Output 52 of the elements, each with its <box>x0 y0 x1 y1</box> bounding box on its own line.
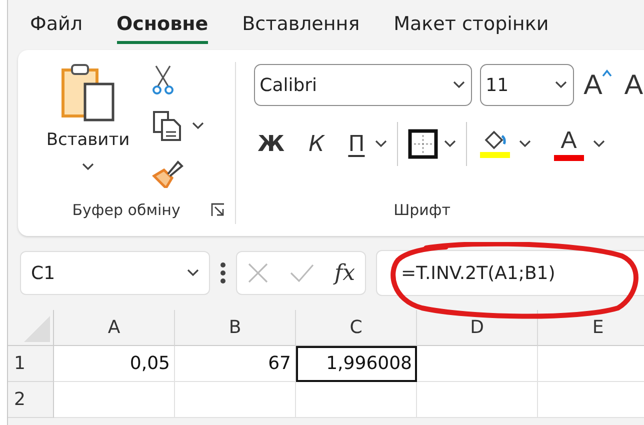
caret-icon <box>602 69 612 77</box>
check-icon[interactable] <box>288 263 315 283</box>
shrink-font-button[interactable]: A <box>622 69 644 101</box>
italic-button[interactable]: К <box>304 132 328 156</box>
table-cell[interactable]: 1,996008 <box>296 346 417 382</box>
group-label: Шрифт <box>394 201 450 219</box>
table-cell[interactable] <box>54 382 175 418</box>
clipboard-icon <box>61 62 115 122</box>
ribbon-tab[interactable]: Файл <box>30 6 82 44</box>
table-cell[interactable] <box>417 346 538 382</box>
chevron-icon <box>592 140 605 148</box>
copy-button[interactable] <box>152 110 204 142</box>
name-box[interactable]: C1 <box>20 251 210 295</box>
table-cell[interactable]: 67 <box>175 346 296 382</box>
row-header[interactable]: 1 <box>8 346 54 382</box>
font-name-dropdown[interactable]: Calibri <box>254 64 472 106</box>
bold-button[interactable]: Ж <box>254 132 289 156</box>
underline-button[interactable]: П <box>344 132 369 156</box>
font-size-dropdown[interactable]: 11 <box>480 64 574 106</box>
table-cell[interactable] <box>296 382 417 418</box>
column-header[interactable]: C <box>296 310 417 346</box>
chevron-icon <box>192 122 204 130</box>
font-color-button[interactable]: A <box>550 127 587 161</box>
column-header[interactable]: E <box>538 310 644 346</box>
dialog-launcher-icon[interactable] <box>210 203 225 217</box>
cancel-icon[interactable] <box>246 262 269 284</box>
chevron-icon <box>452 81 465 89</box>
group-label: Буфер обміну <box>72 201 180 219</box>
copy-icon <box>152 110 184 142</box>
column-header[interactable]: B <box>175 310 296 346</box>
select-all-corner[interactable] <box>8 310 54 346</box>
formula-input[interactable]: =T.INV.2T(A1;B1) <box>376 250 644 296</box>
grow-font-button[interactable]: A <box>582 69 614 101</box>
ribbon-tab[interactable]: Макет сторінки <box>394 6 549 44</box>
chevron-icon <box>518 140 531 148</box>
row-header[interactable]: 2 <box>8 382 54 418</box>
ribbon-tab[interactable]: Вставлення <box>242 6 360 44</box>
chevron-icon <box>187 269 199 277</box>
chevron-icon <box>554 81 567 89</box>
paste-button[interactable]: Вставити <box>38 62 138 196</box>
chevron-icon <box>82 163 94 171</box>
borders-icon[interactable] <box>408 129 438 159</box>
more-options-icon[interactable] <box>220 262 226 284</box>
table-cell[interactable]: 0,05 <box>54 346 175 382</box>
ribbon-tab[interactable]: Основне <box>116 6 208 44</box>
table-cell[interactable] <box>175 382 296 418</box>
column-header[interactable]: A <box>54 310 175 346</box>
scissors-icon <box>152 64 174 96</box>
chevron-icon <box>374 140 387 148</box>
chevron-icon <box>444 140 456 148</box>
table-cell[interactable] <box>417 382 538 418</box>
insert-function-button[interactable]: fx <box>334 260 356 286</box>
